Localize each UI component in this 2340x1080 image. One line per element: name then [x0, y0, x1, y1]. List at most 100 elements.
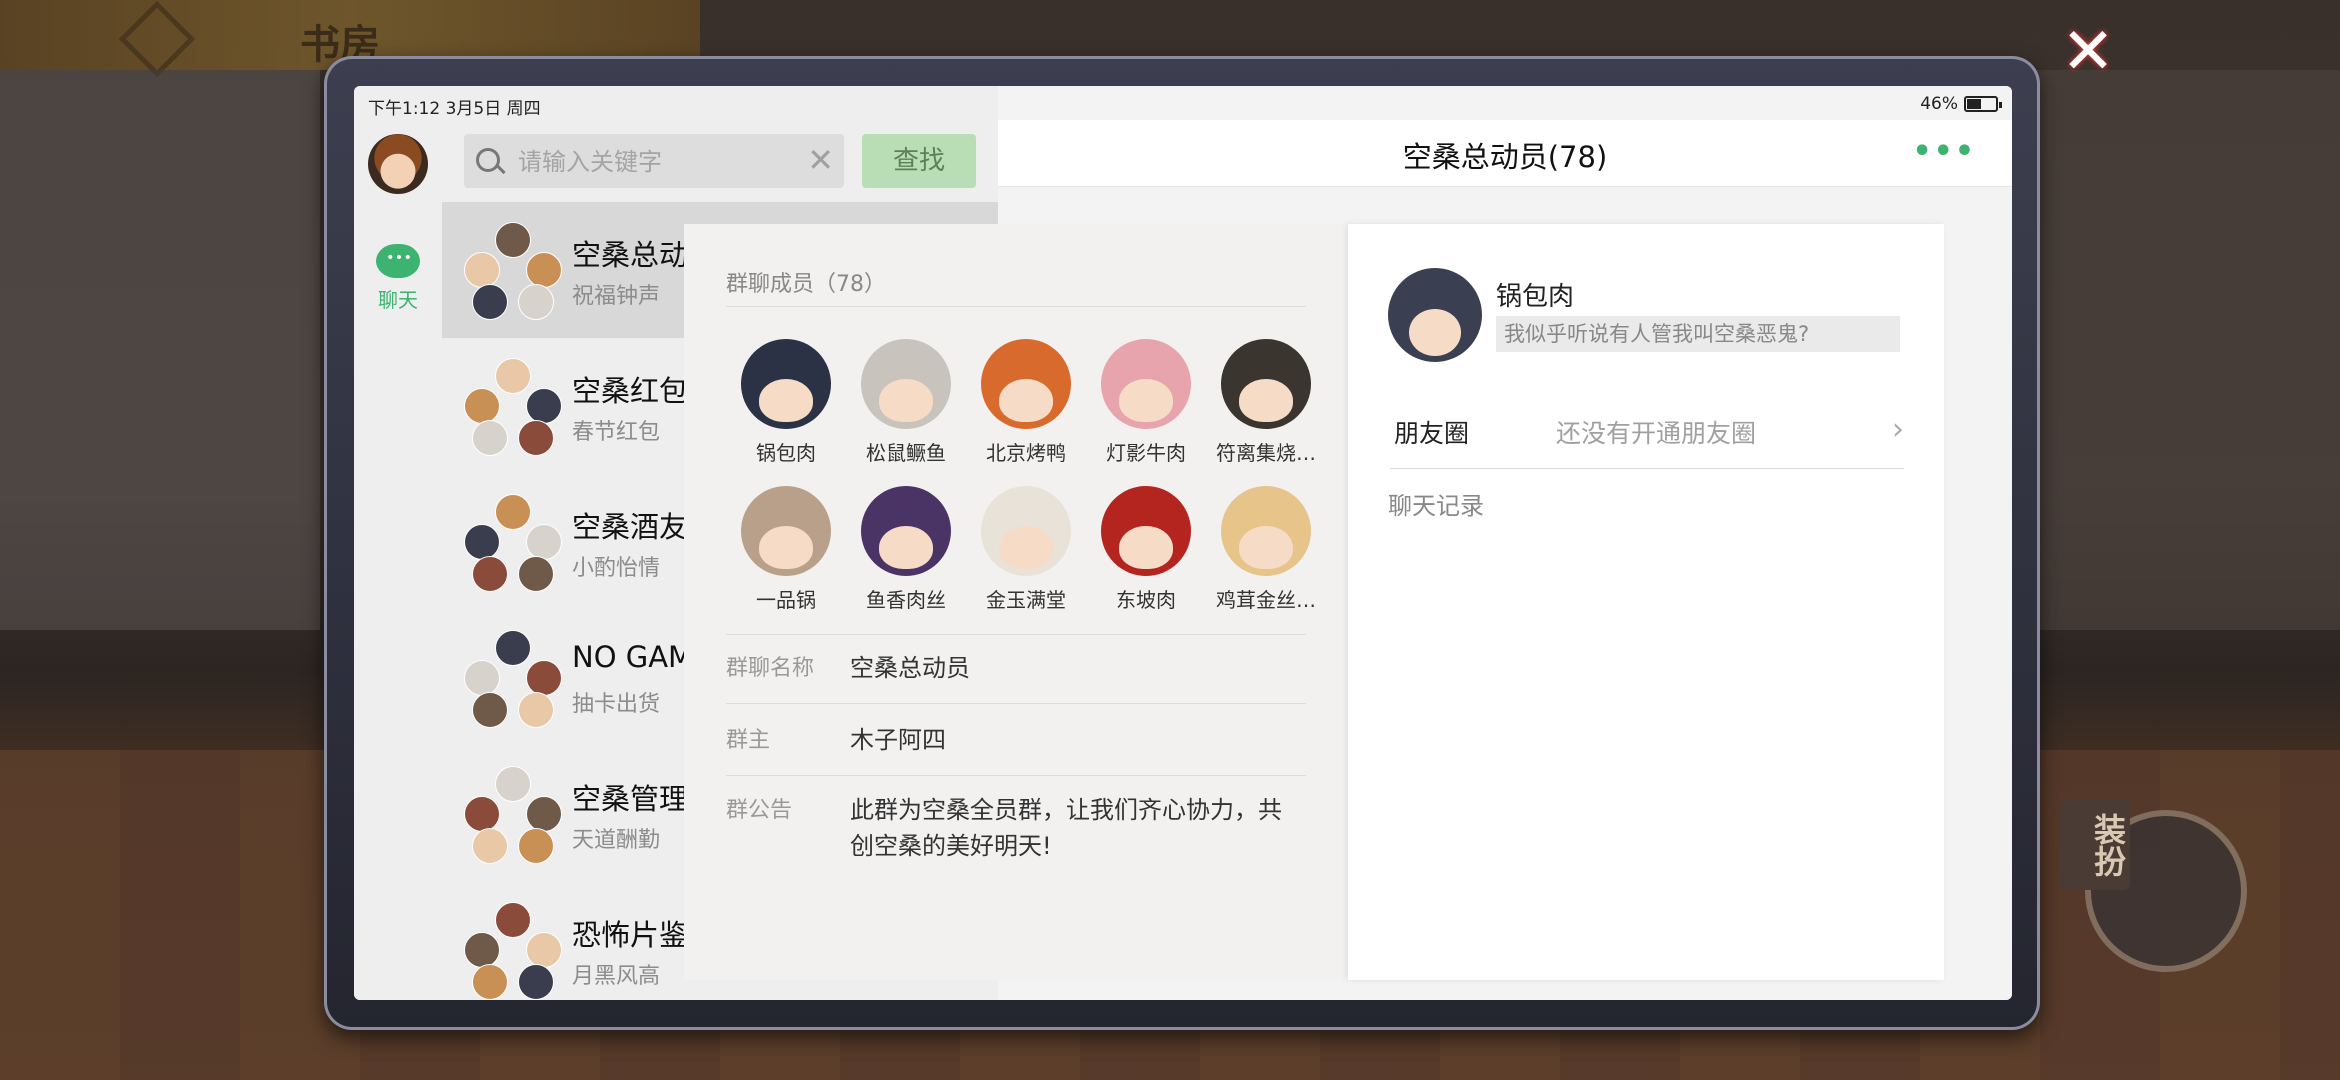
member-thumb: [526, 796, 562, 832]
member-avatar: [741, 339, 831, 429]
member-avatar: [1101, 339, 1191, 429]
member-name: 灯影牛肉: [1106, 441, 1186, 465]
member-thumb: [464, 660, 500, 696]
more-icon[interactable]: •••: [1912, 134, 1976, 169]
member-item[interactable]: 北京烤鸭: [966, 339, 1086, 486]
moments-row[interactable]: 朋友圈 还没有开通朋友圈 ›: [1394, 402, 1904, 458]
member-thumb: [495, 494, 531, 530]
divider: [1390, 468, 1904, 469]
search-icon: [476, 148, 500, 172]
member-thumb: [518, 828, 554, 864]
member-thumb: [518, 964, 554, 1000]
conversation-title: 空桑总动员(78): [1402, 140, 1608, 174]
member-thumb: [495, 222, 531, 258]
divider: [726, 634, 1306, 635]
chat-name: 空桑管理: [572, 782, 689, 816]
conversation-header: 空桑总动员(78) •••: [998, 120, 2012, 187]
member-avatar: [1221, 339, 1311, 429]
profile-name: 锅包肉: [1496, 282, 1575, 312]
back-icon[interactable]: [118, 0, 196, 78]
member-thumb: [526, 388, 562, 424]
moments-label: 朋友圈: [1394, 419, 1470, 448]
member-item[interactable]: 一品锅: [726, 486, 846, 633]
member-avatar: [861, 339, 951, 429]
chat-name: 恐怖片鉴: [572, 918, 689, 952]
chevron-right-icon: ›: [1892, 412, 1904, 447]
member-name: 鸡茸金丝…: [1216, 588, 1316, 612]
member-thumb: [464, 932, 500, 968]
chat-preview: 抽卡出货: [572, 692, 661, 717]
member-thumb: [495, 358, 531, 394]
chat-name: 空桑酒友: [572, 510, 689, 544]
member-thumb: [472, 828, 508, 864]
group-name-row[interactable]: 群聊名称 空桑总动员: [726, 650, 1306, 698]
member-thumb: [472, 964, 508, 1000]
member-thumb: [518, 420, 554, 456]
member-thumb: [526, 932, 562, 968]
group-avatar: [464, 902, 562, 1000]
wall-right: [2000, 70, 2340, 630]
member-thumb: [518, 284, 554, 320]
group-avatar: [464, 358, 562, 456]
group-notice-value: 此群为空桑全员群，让我们齐心协力，共创空桑的美好明天!: [850, 796, 1282, 860]
clear-icon[interactable]: ✕: [807, 142, 834, 178]
my-avatar[interactable]: [368, 134, 428, 194]
group-owner-row[interactable]: 群主 木子阿四: [726, 722, 1306, 770]
tab-chat[interactable]: 聊天: [368, 244, 428, 313]
wall-left: [0, 70, 320, 630]
moments-value: 还没有开通朋友圈: [1556, 419, 1757, 448]
chat-preview: 春节红包: [572, 420, 661, 445]
divider: [726, 306, 1306, 307]
member-name: 金玉满堂: [986, 588, 1066, 612]
member-name: 北京烤鸭: [986, 441, 1066, 465]
search-box: ✕: [464, 134, 844, 190]
member-item[interactable]: 金玉满堂: [966, 486, 1086, 633]
close-button[interactable]: ✕: [2058, 20, 2118, 84]
dress-up-button[interactable]: 装扮: [2060, 800, 2130, 890]
member-thumb: [464, 252, 500, 288]
member-item[interactable]: 鸡茸金丝…: [1206, 486, 1326, 633]
member-item[interactable]: 松鼠鳜鱼: [846, 339, 966, 486]
chat-bubble-icon: [376, 244, 420, 278]
member-item[interactable]: 鱼香肉丝: [846, 486, 966, 633]
group-avatar: [464, 630, 562, 728]
member-avatar: [1221, 486, 1311, 576]
chat-preview: 祝福钟声: [572, 284, 661, 309]
member-thumb: [472, 556, 508, 592]
member-thumb: [464, 796, 500, 832]
member-name: 东坡肉: [1116, 588, 1176, 612]
search-button[interactable]: 查找: [862, 134, 976, 188]
member-item[interactable]: 锅包肉: [726, 339, 846, 486]
member-thumb: [526, 252, 562, 288]
member-avatar: [741, 486, 831, 576]
chat-preview: 小酌怡情: [572, 556, 661, 581]
member-thumb: [464, 388, 500, 424]
member-item[interactable]: 符离集烧…: [1206, 339, 1326, 486]
chat-records-link[interactable]: 聊天记录: [1388, 486, 1484, 521]
group-info-panel: 群聊成员（78） 锅包肉 松鼠鳜鱼 北京烤鸭 灯影牛肉 符离集烧… 一品锅 鱼香肉丝 金玉满堂…: [684, 224, 1348, 980]
chat-name: 空桑总动: [572, 238, 689, 272]
group-avatar: [464, 766, 562, 864]
member-grid: 锅包肉 松鼠鳜鱼 北京烤鸭 灯影牛肉 符离集烧… 一品锅 鱼香肉丝 金玉满堂 东坡肉 鸡茸金丝…: [726, 339, 1326, 633]
member-name: 符离集烧…: [1216, 441, 1316, 465]
member-thumb: [472, 420, 508, 456]
battery-percent: 46%: [1920, 94, 1958, 114]
divider: [726, 775, 1306, 776]
member-item[interactable]: 灯影牛肉: [1086, 339, 1206, 486]
profile-avatar: [1388, 268, 1482, 362]
member-profile-panel: 锅包肉 我似乎听说有人管我叫空桑恶鬼? 朋友圈 还没有开通朋友圈 › 聊天记录: [1348, 224, 1944, 980]
battery-icon: [1964, 96, 2002, 112]
group-notice-label: 群公告: [726, 798, 793, 823]
status-time: 下午1:12 3月5日 周四: [368, 99, 541, 119]
group-avatar: [464, 222, 562, 320]
member-thumb: [495, 902, 531, 938]
group-notice-row: 群公告 此群为空桑全员群，让我们齐心协力，共创空桑的美好明天!: [726, 792, 1306, 872]
member-thumb: [464, 524, 500, 560]
group-name-value: 空桑总动员: [850, 654, 970, 682]
member-avatar: [861, 486, 951, 576]
member-thumb: [495, 630, 531, 666]
chat-preview: 天道酬勤: [572, 828, 661, 853]
search-input[interactable]: [516, 134, 800, 190]
chat-name: NO GAM: [572, 640, 694, 674]
member-item[interactable]: 东坡肉: [1086, 486, 1206, 633]
